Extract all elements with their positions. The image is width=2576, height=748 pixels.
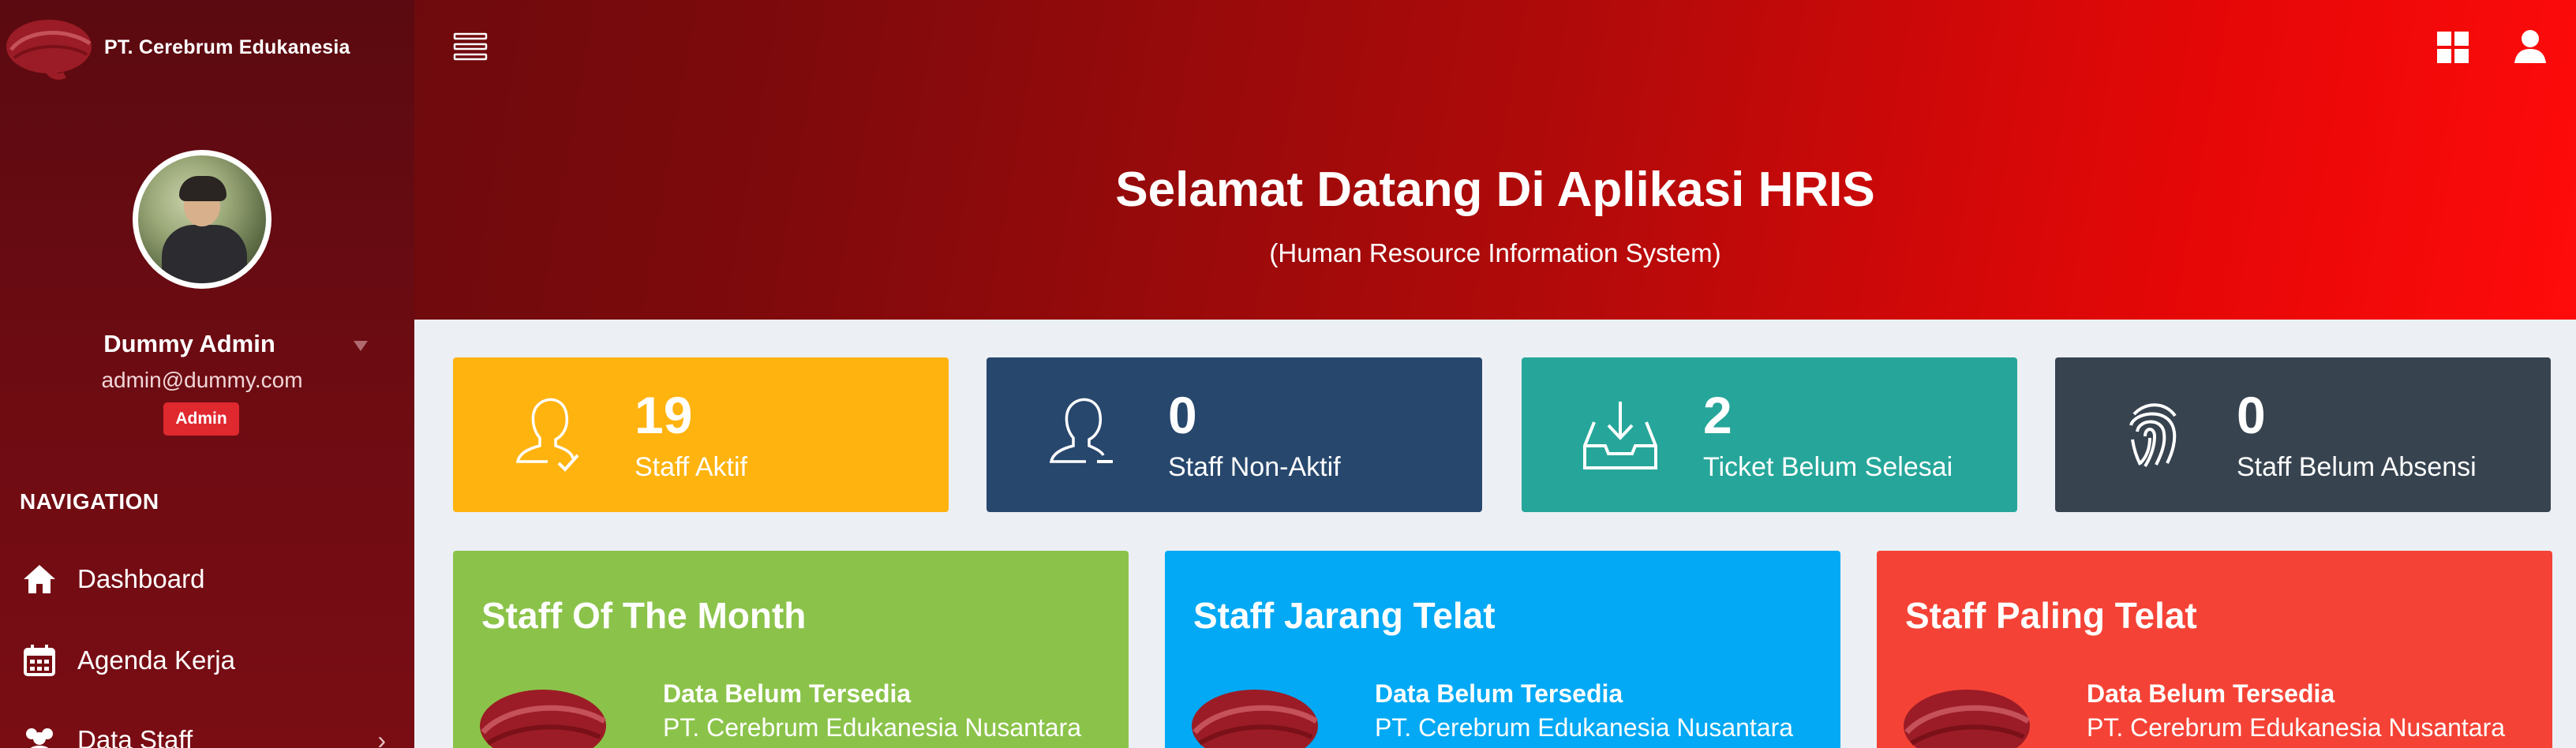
chevron-right-icon: › bbox=[377, 725, 386, 748]
stat-card-staff-non-aktif[interactable]: 0 Staff Non-Aktif bbox=[987, 357, 1482, 512]
avatar-photo bbox=[138, 155, 266, 283]
role-badge: Admin bbox=[163, 402, 239, 436]
sidebar-item-label: Data Staff bbox=[77, 725, 193, 748]
card-company: PT. Cerebrum Edukanesia Nusantara bbox=[2087, 713, 2506, 742]
nav-header: NAVIGATION bbox=[20, 489, 159, 514]
home-icon bbox=[24, 565, 55, 593]
stat-card-ticket-belum-selesai[interactable]: 2 Ticket Belum Selesai bbox=[1522, 357, 2017, 512]
inbox-download-icon bbox=[1583, 402, 1657, 469]
brain-logo-icon bbox=[480, 690, 606, 748]
stat-value: 0 bbox=[2237, 386, 2266, 444]
stat-label: Ticket Belum Selesai bbox=[1703, 452, 1953, 482]
stat-value: 0 bbox=[1168, 386, 1197, 444]
sidebar: PT. Cerebrum Edukanesia Dummy Admin admi… bbox=[0, 0, 414, 748]
stat-card-staff-belum-absensi[interactable]: 0 Staff Belum Absensi bbox=[2055, 357, 2551, 512]
card-staff-of-the-month[interactable]: Staff Of The Month Data Belum Tersedia P… bbox=[453, 551, 1129, 748]
brain-logo-icon bbox=[1192, 690, 1318, 748]
user-name[interactable]: Dummy Admin bbox=[0, 330, 379, 358]
card-title: Staff Of The Month bbox=[481, 595, 807, 636]
brand[interactable]: PT. Cerebrum Edukanesia bbox=[0, 8, 350, 87]
stat-label: Staff Non-Aktif bbox=[1168, 452, 1341, 482]
card-company: PT. Cerebrum Edukanesia Nusantara bbox=[1375, 713, 1794, 742]
card-company: PT. Cerebrum Edukanesia Nusantara bbox=[663, 713, 1082, 742]
user-email: admin@dummy.com bbox=[101, 368, 303, 392]
avatar[interactable] bbox=[133, 150, 271, 289]
sidebar-item-agenda-kerja[interactable]: Agenda Kerja bbox=[0, 629, 414, 692]
stat-label: Staff Aktif bbox=[635, 452, 748, 482]
brand-name: PT. Cerebrum Edukanesia bbox=[104, 36, 350, 58]
users-icon bbox=[26, 728, 53, 748]
card-title: Staff Paling Telat bbox=[1905, 595, 2197, 636]
card-title: Staff Jarang Telat bbox=[1193, 595, 1496, 636]
calendar-icon bbox=[24, 645, 55, 676]
card-staff-name: Data Belum Tersedia bbox=[663, 679, 912, 708]
sidebar-item-data-staff[interactable]: Data Staff › bbox=[0, 709, 414, 748]
card-staff-paling-telat[interactable]: Staff Paling Telat Data Belum Tersedia P… bbox=[1877, 551, 2552, 748]
fingerprint-icon bbox=[2129, 403, 2177, 468]
stat-label: Staff Belum Absensi bbox=[2237, 452, 2477, 482]
chevron-down-icon[interactable] bbox=[354, 341, 368, 351]
stat-value: 2 bbox=[1703, 386, 1732, 444]
hero-title: Selamat Datang Di Aplikasi HRIS bbox=[1115, 163, 1875, 217]
card-staff-name: Data Belum Tersedia bbox=[1375, 679, 1623, 708]
sidebar-item-label: Dashboard bbox=[77, 564, 205, 593]
user-profile-icon[interactable] bbox=[2513, 28, 2548, 65]
brain-logo-icon bbox=[1904, 690, 2030, 748]
menu-toggle-icon[interactable] bbox=[451, 32, 491, 63]
user-minus-icon bbox=[1049, 398, 1113, 463]
card-staff-name: Data Belum Tersedia bbox=[2087, 679, 2335, 708]
brain-logo-icon bbox=[6, 20, 92, 80]
stat-card-staff-aktif[interactable]: 19 Staff Aktif bbox=[453, 357, 949, 512]
stat-value: 19 bbox=[635, 386, 693, 444]
user-check-icon bbox=[515, 398, 579, 472]
sidebar-item-dashboard[interactable]: Dashboard bbox=[0, 548, 414, 611]
apps-grid-icon[interactable] bbox=[2436, 30, 2470, 65]
hero-subtitle: (Human Resource Information System) bbox=[1269, 238, 1721, 267]
sidebar-item-label: Agenda Kerja bbox=[77, 645, 235, 675]
card-staff-jarang-telat[interactable]: Staff Jarang Telat Data Belum Tersedia P… bbox=[1165, 551, 1840, 748]
